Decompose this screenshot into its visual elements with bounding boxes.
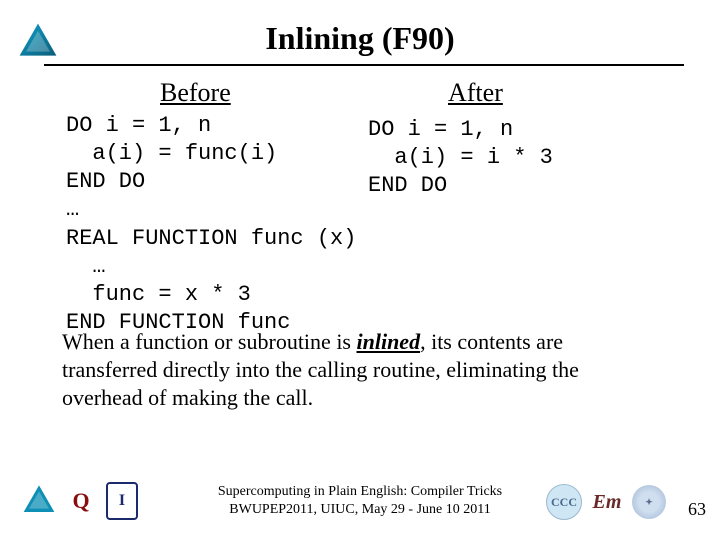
explanation-paragraph: When a function or subroutine is inlined… xyxy=(62,328,662,412)
seal-logo: ✦ xyxy=(632,485,666,519)
footer-logos-right: CCC Eт ✦ xyxy=(546,484,666,520)
explain-term: inlined xyxy=(357,329,421,354)
column-header-after: After xyxy=(448,78,503,108)
page-number: 63 xyxy=(688,499,706,520)
slide: Inlining (F90) Before After DO i = 1, n … xyxy=(0,0,720,540)
ec-logo: Eт xyxy=(590,485,624,519)
footer: Q I Supercomputing in Plain English: Com… xyxy=(0,466,720,522)
code-before: DO i = 1, n a(i) = func(i) END DO … REAL… xyxy=(66,112,356,337)
column-header-before: Before xyxy=(160,78,231,108)
slide-title: Inlining (F90) xyxy=(0,20,720,57)
explain-pre: When a function or subroutine is xyxy=(62,329,357,354)
code-after: DO i = 1, n a(i) = i * 3 END DO xyxy=(368,116,553,200)
ccc-logo: CCC xyxy=(546,484,582,520)
title-divider xyxy=(44,64,684,66)
